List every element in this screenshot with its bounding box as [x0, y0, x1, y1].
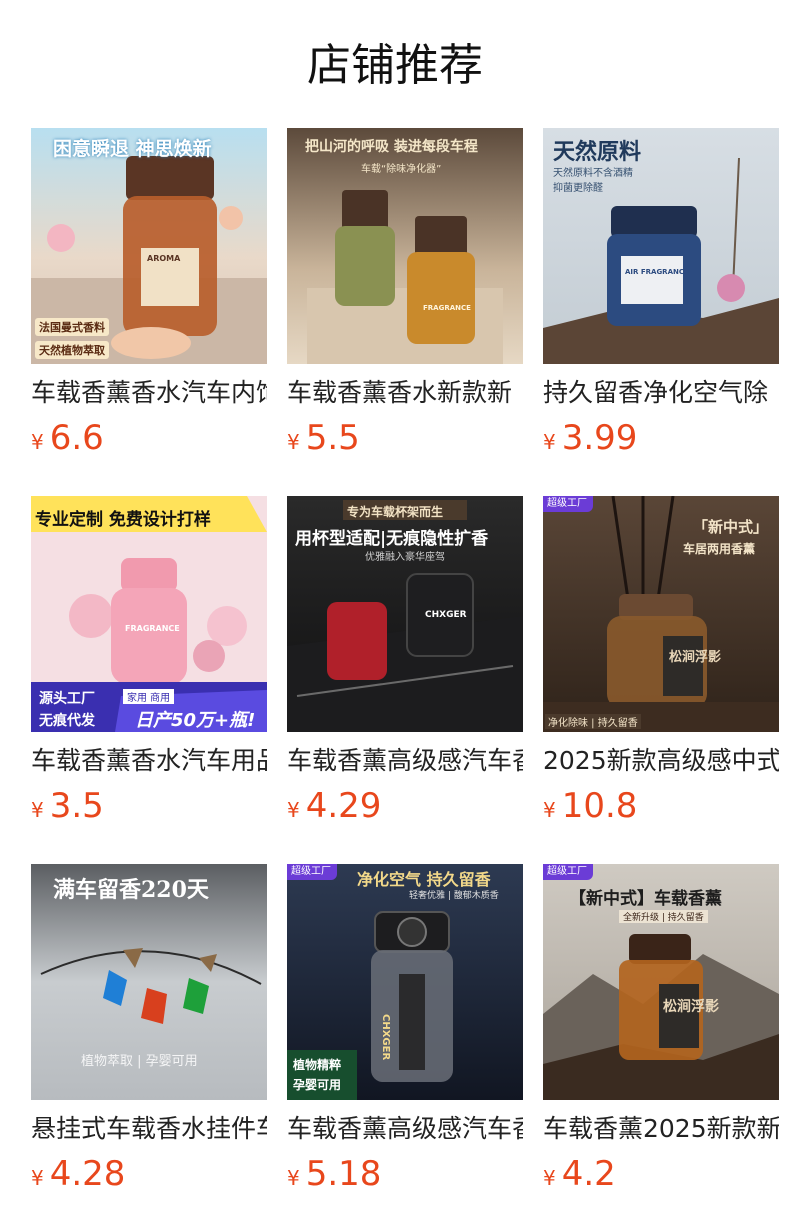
image-subtext: 植物萃取 | 孕婴可用 [81, 1054, 198, 1069]
bottle-label: CHXGER [380, 1014, 391, 1061]
product-title[interactable]: 2025新款高级感中式 [543, 744, 779, 778]
image-subtext: 天然原料不含酒精 [553, 168, 633, 179]
product-card[interactable]: 把山河的呼吸 装进每段车程 车载“除味净化器” FRAGRANCE 车载香薰香水… [287, 128, 523, 458]
product-image[interactable]: 天然原料 天然原料不含酒精 抑菌更除醛 AIR FRAGRANCE [543, 128, 779, 364]
product-price: ¥4.29 [287, 786, 381, 826]
bottle-label: 松涧浮影 [669, 650, 722, 665]
image-headline: 满车留香220天 [53, 877, 209, 903]
product-title[interactable]: 车载香薰香水汽车内饰 [31, 376, 267, 410]
image-headline: 专业定制 免费设计打样 [35, 510, 211, 530]
product-card[interactable]: 专为车载杯架而生 用杯型适配|无痕隐性扩香 优雅融入豪华座驾 CHXGER 车载… [287, 496, 523, 826]
product-image[interactable]: 超级工厂 净化空气 持久留香 轻奢优雅 | 馥郁木质香 CHXGER 植物精粹 … [287, 864, 523, 1100]
product-image[interactable]: 超级工厂 【新中式】车载香薰 全新升级 | 持久留香 松涧浮影 [543, 864, 779, 1100]
currency-symbol: ¥ [543, 798, 556, 822]
currency-symbol: ¥ [287, 798, 300, 822]
image-subtext: 全新升级 | 持久留香 [619, 910, 708, 923]
product-card[interactable]: 困意瞬退 神思焕新 法国曼式香料 天然植物萃取 AROMA 车载香薰香水汽车内饰… [31, 128, 267, 458]
product-card[interactable]: 专业定制 免费设计打样 FRAGRANCE 源头工厂 无痕代发 家用 商用 日产… [31, 496, 267, 826]
product-price: ¥5.18 [287, 1154, 381, 1194]
image-subtext: 车载“除味净化器” [361, 164, 442, 175]
image-tag: 无痕代发 [39, 713, 95, 729]
bottle-label: FRAGRANCE [423, 304, 471, 312]
bottle-label: AIR FRAGRANCE [625, 268, 689, 276]
bottle-label: 松涧浮影 [663, 999, 719, 1015]
product-image[interactable]: 满车留香220天 植物萃取 | 孕婴可用 [31, 864, 267, 1100]
price-value: 3.5 [49, 786, 104, 826]
image-subtext: 抑菌更除醛 [553, 183, 603, 194]
price-value: 5.5 [305, 418, 360, 458]
product-title[interactable]: 车载香薰高级感汽车香 [287, 1112, 523, 1146]
image-headline: 【新中式】车载香薰 [569, 889, 722, 909]
product-grid: 困意瞬退 神思焕新 法国曼式香料 天然植物萃取 AROMA 车载香薰香水汽车内饰… [31, 128, 779, 1194]
page-title: 店铺推荐 [307, 40, 483, 91]
product-price: ¥6.6 [31, 418, 104, 458]
product-price: ¥10.8 [543, 786, 637, 826]
product-card[interactable]: 超级工厂 「新中式」 车居两用香薰 松涧浮影 净化除味 | 持久留香 2025新… [543, 496, 779, 826]
product-image[interactable]: 专为车载杯架而生 用杯型适配|无痕隐性扩香 优雅融入豪华座驾 CHXGER [287, 496, 523, 732]
image-headline: 困意瞬退 神思焕新 [53, 138, 212, 160]
product-price: ¥5.5 [287, 418, 360, 458]
product-card[interactable]: 天然原料 天然原料不含酒精 抑菌更除醛 AIR FRAGRANCE 持久留香净化… [543, 128, 779, 458]
image-headline: 把山河的呼吸 装进每段车程 [305, 139, 478, 155]
image-tag: 孕婴可用 [293, 1078, 342, 1092]
product-title[interactable]: 悬挂式车载香水挂件车 [31, 1112, 267, 1146]
price-value: 4.2 [561, 1154, 616, 1194]
price-value: 5.18 [305, 1154, 382, 1194]
product-title[interactable]: 车载香薰香水汽车用品 [31, 744, 267, 778]
currency-symbol: ¥ [31, 798, 44, 822]
image-tag: 天然植物萃取 [35, 341, 109, 359]
product-title[interactable]: 车载香薰高级感汽车香 [287, 744, 523, 778]
product-title[interactable]: 持久留香净化空气除 [543, 376, 779, 410]
product-card[interactable]: 满车留香220天 植物萃取 | 孕婴可用 悬挂式车载香水挂件车 ¥4.28 [31, 864, 267, 1194]
currency-symbol: ¥ [31, 1166, 44, 1190]
product-image[interactable]: 把山河的呼吸 装进每段车程 车载“除味净化器” FRAGRANCE [287, 128, 523, 364]
image-subtext: 优雅融入豪华座驾 [365, 552, 445, 563]
bottle-label: AROMA [147, 254, 181, 263]
product-card[interactable]: 超级工厂 净化空气 持久留香 轻奢优雅 | 馥郁木质香 CHXGER 植物精粹 … [287, 864, 523, 1194]
price-value: 3.99 [561, 418, 638, 458]
image-headline: 净化空气 持久留香 [357, 870, 491, 889]
image-headline: 「新中式」 [693, 518, 769, 536]
product-title[interactable]: 车载香薰2025新款新 [543, 1112, 779, 1146]
product-image[interactable]: 困意瞬退 神思焕新 法国曼式香料 天然植物萃取 AROMA [31, 128, 267, 364]
product-image[interactable]: 专业定制 免费设计打样 FRAGRANCE 源头工厂 无痕代发 家用 商用 日产… [31, 496, 267, 732]
product-image[interactable]: 超级工厂 「新中式」 车居两用香薰 松涧浮影 净化除味 | 持久留香 [543, 496, 779, 732]
product-title[interactable]: 车载香薰香水新款新 [287, 376, 523, 410]
bottle-label: CHXGER [425, 610, 467, 620]
image-subtext: 轻奢优雅 | 馥郁木质香 [409, 891, 499, 901]
super-factory-badge: 超级工厂 [287, 864, 337, 880]
image-tag: 源头工厂 [39, 691, 95, 707]
image-headline: 用杯型适配|无痕隐性扩香 [295, 529, 489, 549]
price-value: 6.6 [49, 418, 104, 458]
image-tag: 净化除味 | 持久留香 [545, 714, 641, 729]
currency-symbol: ¥ [31, 430, 44, 454]
price-value: 4.28 [49, 1154, 126, 1194]
price-value: 10.8 [561, 786, 638, 826]
super-factory-badge: 超级工厂 [543, 496, 593, 512]
product-price: ¥3.99 [543, 418, 637, 458]
product-price: ¥4.2 [543, 1154, 616, 1194]
product-price: ¥3.5 [31, 786, 104, 826]
currency-symbol: ¥ [543, 1166, 556, 1190]
price-value: 4.29 [305, 786, 382, 826]
image-top-banner: 专为车载杯架而生 [347, 505, 444, 519]
image-tag: 法国曼式香料 [35, 318, 109, 336]
currency-symbol: ¥ [543, 430, 556, 454]
bottle-label: FRAGRANCE [125, 624, 180, 633]
super-factory-badge: 超级工厂 [543, 864, 593, 880]
image-subtext: 车居两用香薰 [683, 542, 756, 556]
image-tag: 植物精粹 [293, 1058, 342, 1072]
product-price: ¥4.28 [31, 1154, 125, 1194]
currency-symbol: ¥ [287, 1166, 300, 1190]
currency-symbol: ¥ [287, 430, 300, 454]
product-card[interactable]: 超级工厂 【新中式】车载香薰 全新升级 | 持久留香 松涧浮影 车载香薰2025… [543, 864, 779, 1194]
image-headline: 天然原料 [553, 139, 642, 165]
image-tag: 日产50万+瓶! [135, 710, 256, 731]
image-tag: 家用 商用 [123, 689, 175, 704]
